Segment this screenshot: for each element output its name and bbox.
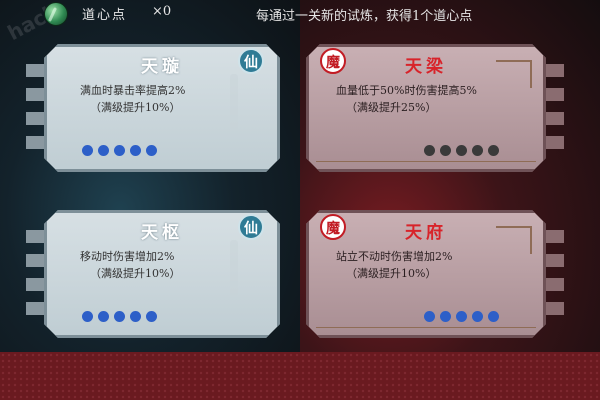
- effect-text: 站立不动时伤害增加2%: [336, 250, 453, 263]
- card-description: 移动时伤害增加2% （满级提升10%）: [80, 248, 180, 282]
- level-dot: [488, 311, 499, 322]
- immortal-badge: 仙: [238, 214, 264, 240]
- talent-card-tianxuan[interactable]: 天璇 仙 满血时暴击率提高2% （满级提升10%）: [26, 44, 280, 172]
- level-dot: [82, 311, 93, 322]
- talent-card-tianfu[interactable]: 天府 魔 站立不动时伤害增加2% （满级提升10%）: [306, 210, 564, 338]
- level-dot: [456, 145, 467, 156]
- level-dot: [424, 311, 435, 322]
- decor-sword-mark: [230, 240, 238, 296]
- card-description: 站立不动时伤害增加2% （满级提升10%）: [336, 248, 452, 282]
- level-dot: [488, 145, 499, 156]
- level-dot: [82, 145, 93, 156]
- level-dot: [146, 311, 157, 322]
- level-dot: [472, 145, 483, 156]
- talent-card-tianshu[interactable]: 天枢 仙 移动时伤害增加2% （满级提升10%）: [26, 210, 280, 338]
- effect-text: 血量低于50%时伤害提高5%: [336, 84, 477, 97]
- level-dot: [456, 311, 467, 322]
- level-dot: [114, 145, 125, 156]
- dao-points-count: ×0: [152, 4, 172, 19]
- level-dots: [424, 311, 499, 322]
- immortal-badge: 仙: [238, 48, 264, 74]
- level-dots: [82, 311, 157, 322]
- effect-text: 移动时伤害增加2%: [80, 250, 175, 263]
- card-trim-line: [316, 161, 536, 162]
- level-dot: [98, 311, 109, 322]
- decor-sword-mark: [230, 74, 238, 130]
- header-bar: 道心点 ×0 每通过一关新的试炼，获得1个道心点: [0, 0, 600, 30]
- level-dots: [82, 145, 157, 156]
- level-dot: [130, 311, 141, 322]
- level-dot: [130, 145, 141, 156]
- jade-point-icon: [44, 2, 68, 26]
- card-description: 满血时暴击率提高2% （满级提升10%）: [80, 82, 185, 116]
- level-dot: [424, 145, 435, 156]
- level-dot: [472, 311, 483, 322]
- max-level-note: （满级提升10%）: [90, 101, 181, 114]
- demon-badge: 魔: [320, 214, 346, 240]
- max-level-note: （满级提升10%）: [346, 267, 437, 280]
- card-trim-line: [316, 327, 536, 328]
- level-dots: [424, 145, 499, 156]
- max-level-note: （满级提升25%）: [346, 101, 437, 114]
- demon-badge: 魔: [320, 48, 346, 74]
- level-dot: [98, 145, 109, 156]
- effect-text: 满血时暴击率提高2%: [80, 84, 186, 97]
- level-dot: [146, 145, 157, 156]
- level-dot: [440, 145, 451, 156]
- talent-card-tianliang[interactable]: 天梁 魔 血量低于50%时伤害提高5% （满级提升25%）: [306, 44, 564, 172]
- card-description: 血量低于50%时伤害提高5% （满级提升25%）: [336, 82, 477, 116]
- level-dot: [114, 311, 125, 322]
- max-level-note: （满级提升10%）: [90, 267, 181, 280]
- trial-reward-hint: 每通过一关新的试炼，获得1个道心点: [256, 9, 473, 24]
- bottom-pattern-band: [0, 352, 600, 400]
- dao-points-label: 道心点: [82, 8, 128, 23]
- level-dot: [440, 311, 451, 322]
